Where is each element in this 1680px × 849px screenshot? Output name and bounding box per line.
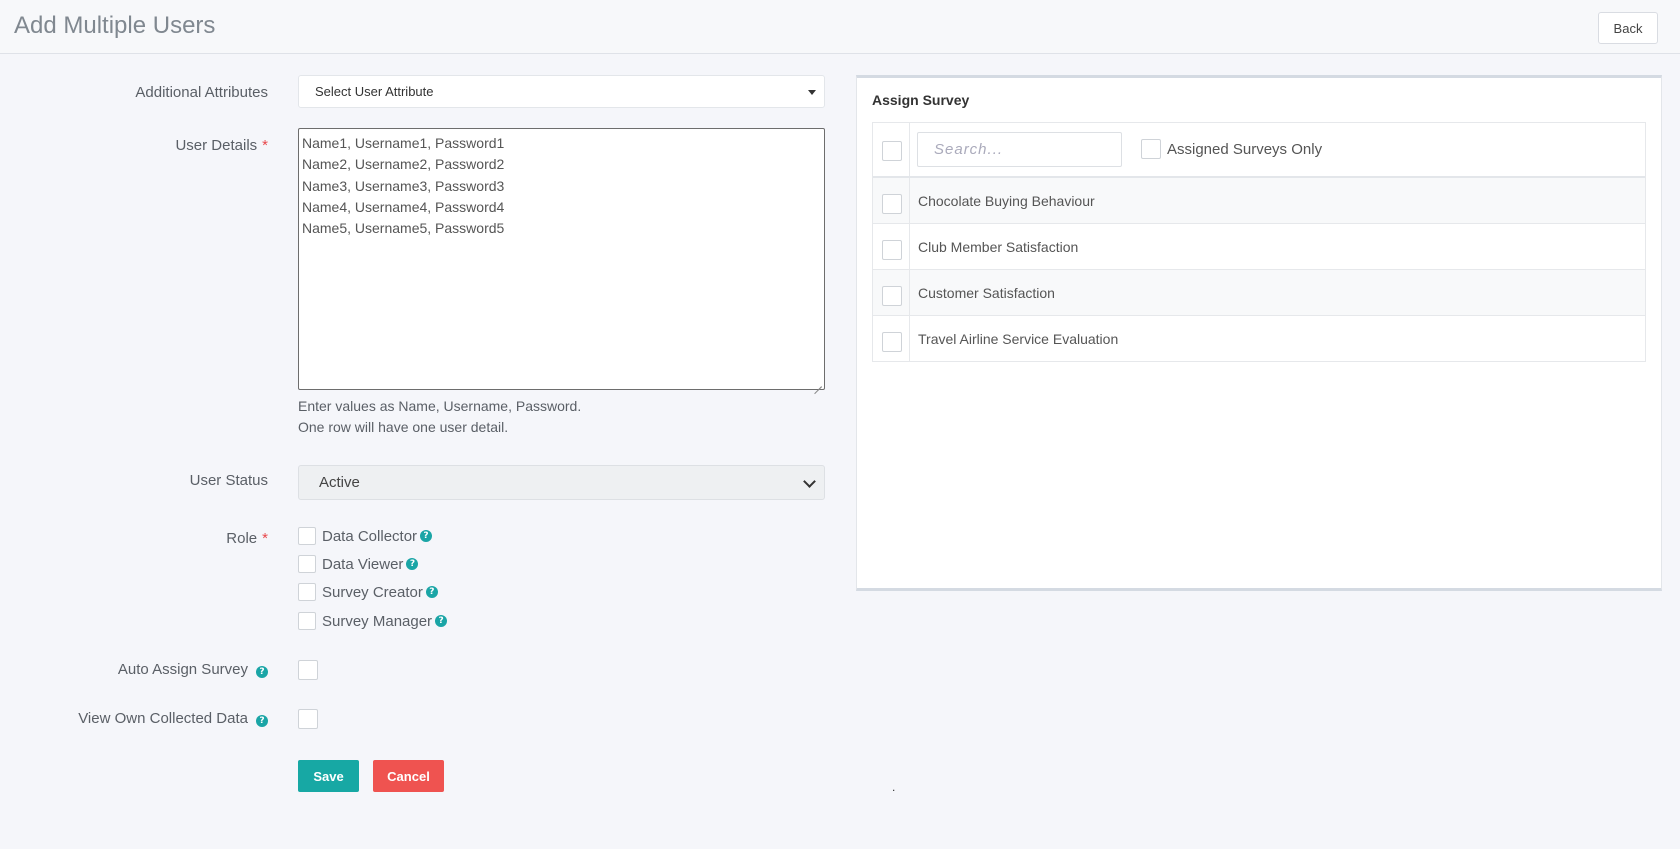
back-button[interactable]: Back [1598,12,1658,44]
view-own-collected-data-checkbox[interactable] [298,709,318,729]
question-circle-icon[interactable]: ? [420,530,433,542]
user-status-value: Active [319,474,360,491]
user-details-line: Name4, Username4, Password4 [302,198,505,215]
role-option-survey-manager[interactable]: Survey Manager ? [298,612,448,630]
user-details-help-2: One row will have one user detail. [298,419,509,435]
assigned-only-checkbox[interactable] [1141,139,1161,159]
view-own-collected-data-label-text: View Own Collected Data [78,710,248,727]
assigned-only-toggle[interactable]: Assigned Surveys Only [1141,139,1322,159]
select-all-checkbox[interactable] [882,140,902,161]
resize-handle-icon[interactable] [814,379,822,387]
role-option-survey-creator[interactable]: Survey Creator ? [298,583,438,601]
additional-attributes-value: Select User Attribute [315,84,434,99]
role-option-label: Survey Manager [322,612,433,630]
stray-mark: . [892,780,896,794]
page-title: Add Multiple Users [14,12,216,39]
question-circle-icon[interactable]: ? [406,558,419,570]
survey-checkbox[interactable] [882,331,902,352]
survey-name: Chocolate Buying Behaviour [918,192,1095,209]
question-circle-icon[interactable]: ? [256,715,268,727]
survey-checkbox-cell [873,316,910,361]
role-label: Role * [226,530,268,547]
auto-assign-survey-label-text: Auto Assign Survey [117,661,248,678]
question-circle-icon[interactable]: ? [425,586,438,598]
user-details-line: Name1, Username1, Password1 [302,135,505,151]
user-status-select[interactable]: Active [298,465,825,500]
role-option-data-viewer[interactable]: Data Viewer ? [298,555,419,573]
survey-checkbox-cell [873,178,910,223]
user-details-label: User Details * [175,137,268,154]
page-header: Add Multiple Users Back [0,0,1680,54]
cancel-button[interactable]: Cancel [373,760,444,792]
survey-row[interactable]: Chocolate Buying Behaviour [873,178,1645,224]
assign-survey-title: Assign Survey [872,92,970,108]
survey-search-input[interactable]: Search... [917,132,1122,167]
survey-checkbox[interactable] [882,285,902,306]
question-circle-icon[interactable]: ? [256,666,268,678]
required-asterisk: * [262,137,268,154]
survey-name: Customer Satisfaction [918,284,1055,301]
survey-row[interactable]: Travel Airline Service Evaluation [873,316,1645,361]
user-details-help-1: Enter values as Name, Username, Password… [298,398,582,414]
survey-checkbox[interactable] [882,193,902,214]
survey-table-header: Search... Assigned Surveys Only [873,123,1645,178]
additional-attributes-label: Additional Attributes [135,84,268,101]
role-label-text: Role [226,530,258,547]
assign-survey-panel: Assign Survey Search... Assigned Surveys… [856,75,1662,591]
survey-name: Travel Airline Service Evaluation [918,330,1119,347]
view-own-collected-data-label: View Own Collected Data? [78,710,268,727]
assigned-only-label: Assigned Surveys Only [1167,140,1323,158]
survey-row[interactable]: Customer Satisfaction [873,270,1645,316]
role-option-label: Data Collector [322,527,418,545]
additional-attributes-select[interactable]: Select User Attribute [298,75,825,108]
role-checkbox[interactable] [298,555,316,573]
save-button[interactable]: Save [298,760,359,792]
auto-assign-survey-label: Auto Assign Survey? [118,661,268,678]
user-details-line: Name5, Username5, Password5 [302,220,505,237]
user-details-line: Name2, Username2, Password2 [302,156,505,173]
role-checkbox[interactable] [298,527,316,545]
role-option-label: Survey Creator [322,583,423,601]
role-checkbox[interactable] [298,583,316,601]
survey-checkbox[interactable] [882,239,902,260]
survey-checkbox-cell [873,270,910,315]
survey-row[interactable]: Club Member Satisfaction [873,224,1645,270]
survey-table: Search... Assigned Surveys Only Chocolat… [872,122,1646,362]
user-details-label-text: User Details [175,137,258,154]
question-circle-icon[interactable]: ? [435,615,448,627]
caret-down-icon [808,90,816,95]
role-option-data-collector[interactable]: Data Collector ? [298,527,433,545]
role-option-label: Data Viewer [322,555,404,573]
user-details-textarea[interactable]: Name1, Username1, Password1 Name2, Usern… [298,128,825,390]
required-asterisk: * [262,530,268,547]
role-checkbox[interactable] [298,612,316,630]
chevron-down-icon [803,475,816,488]
select-all-cell [873,123,910,176]
user-details-line: Name3, Username3, Password3 [302,177,505,194]
survey-name: Club Member Satisfaction [918,238,1079,255]
user-status-label: User Status [189,472,268,489]
auto-assign-survey-checkbox[interactable] [298,660,318,680]
survey-checkbox-cell [873,224,910,269]
